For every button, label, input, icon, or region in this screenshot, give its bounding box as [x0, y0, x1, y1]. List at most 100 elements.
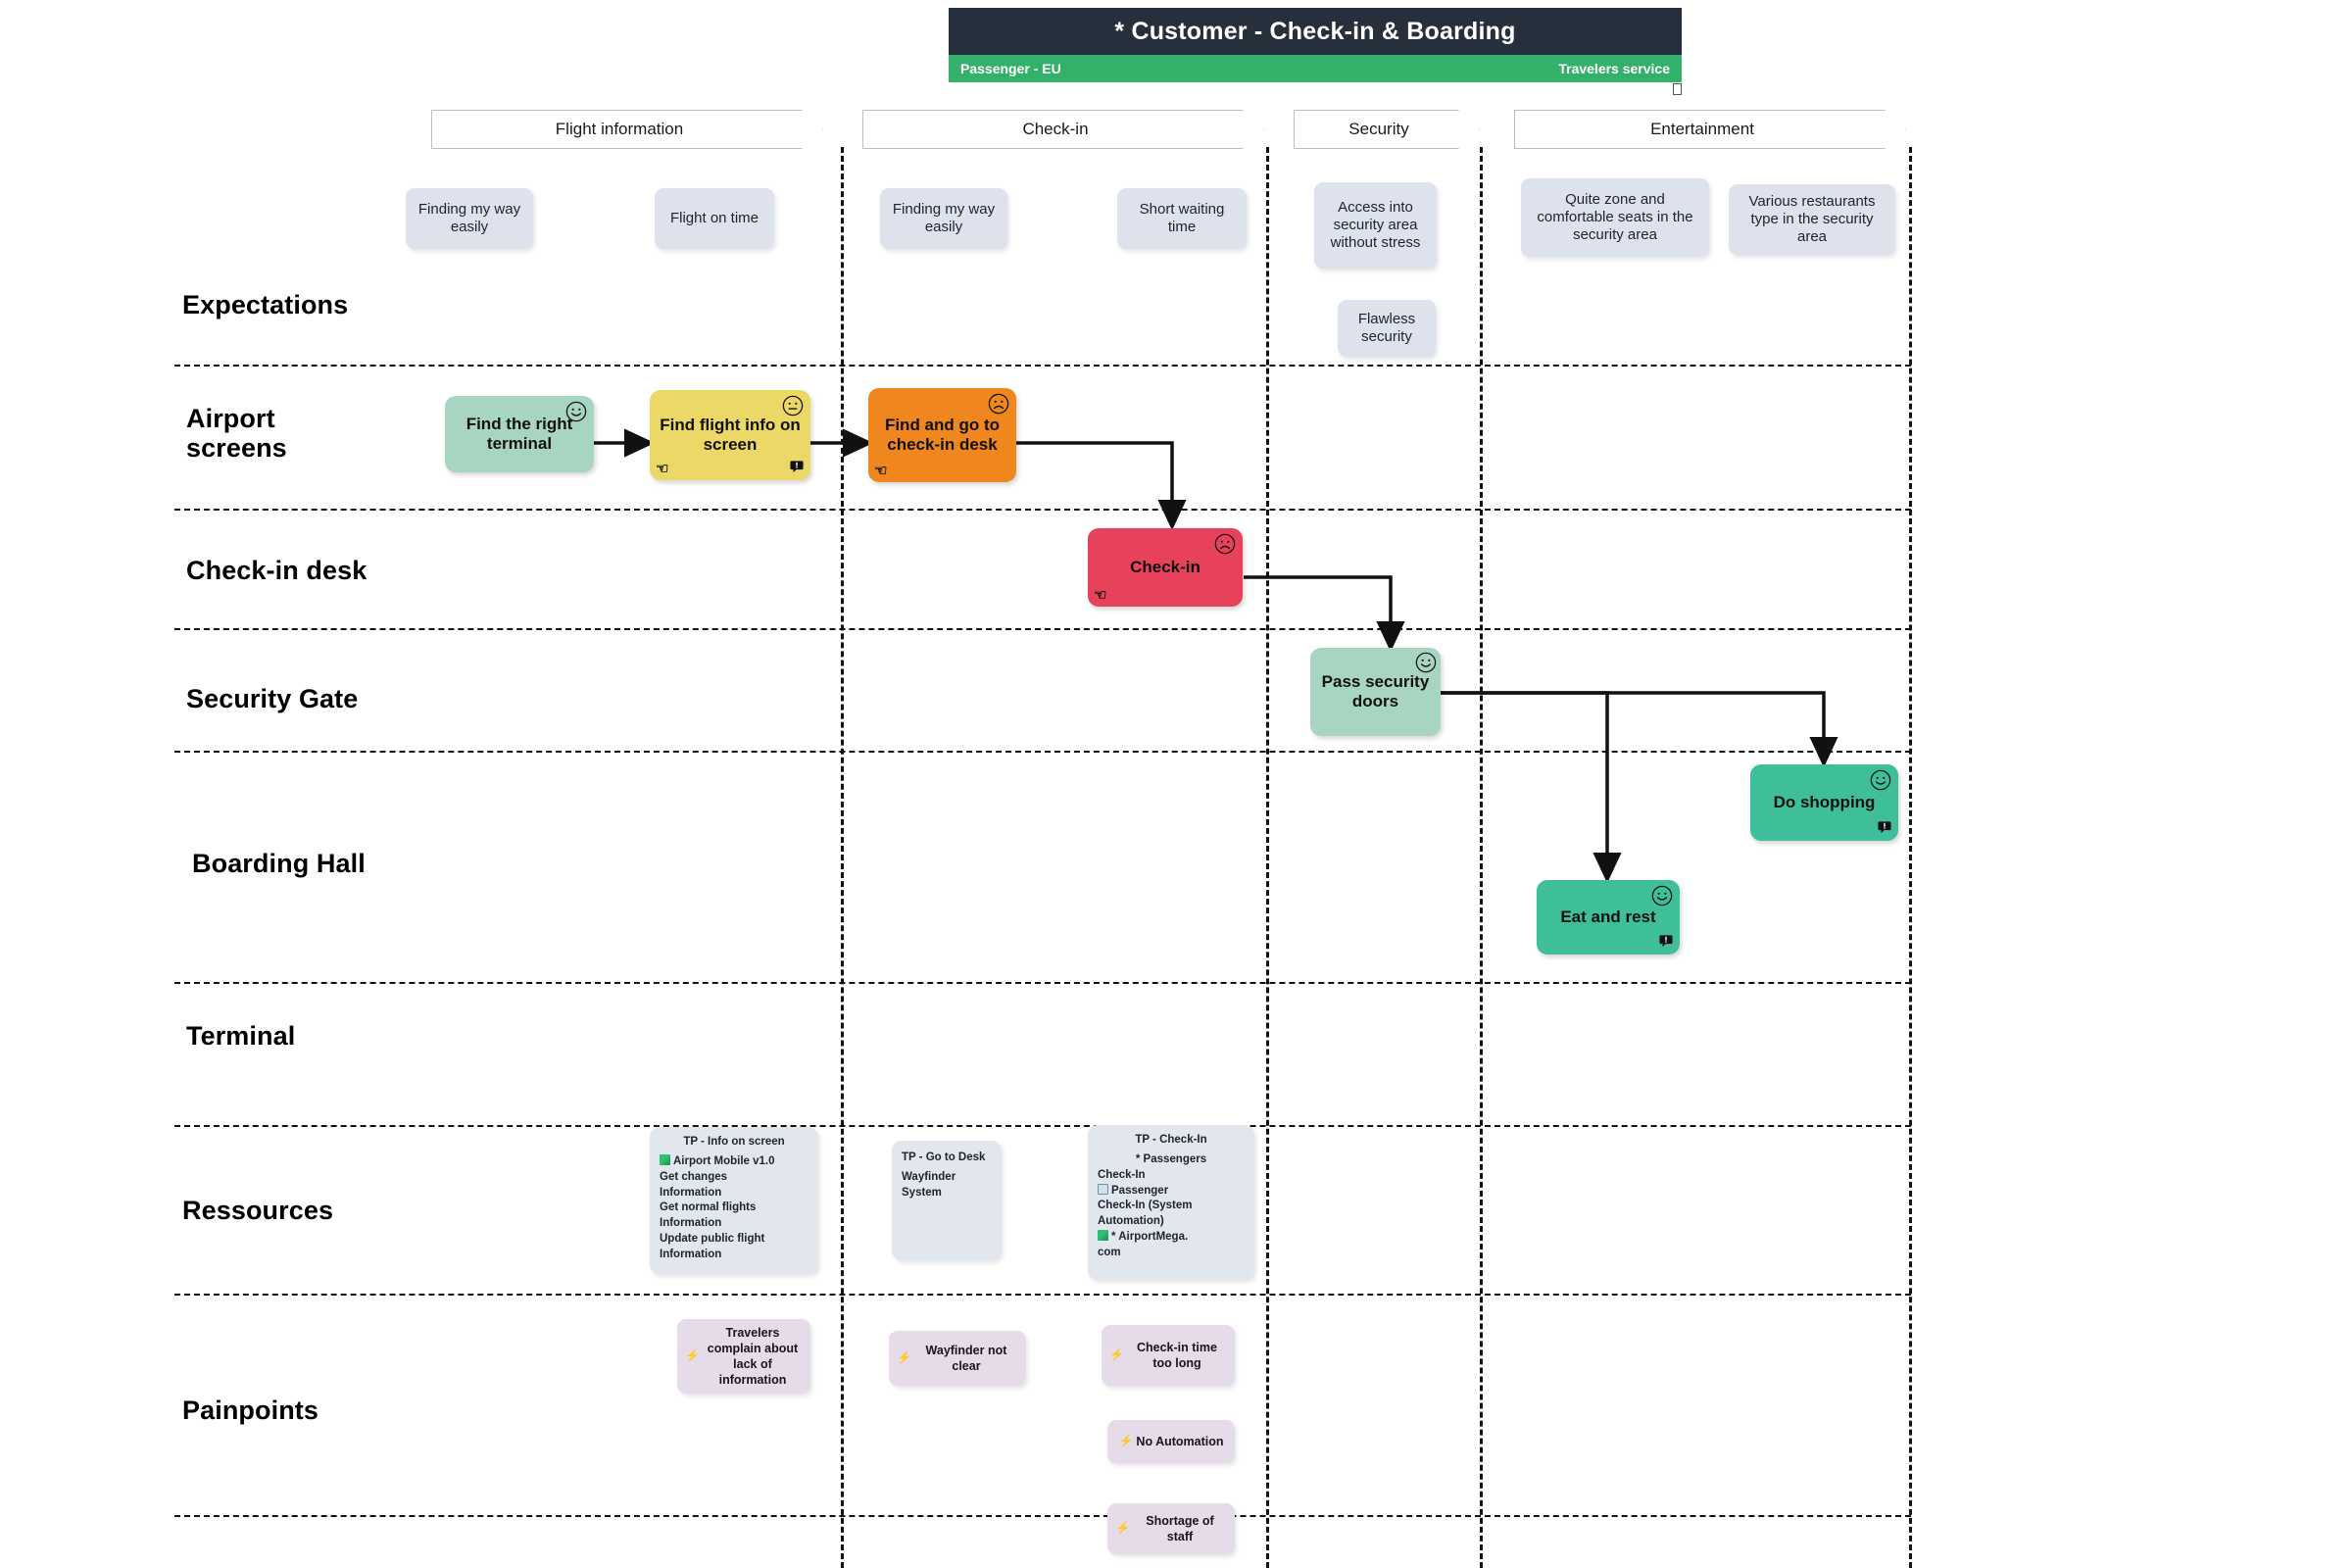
- row-label-text: Ressources: [182, 1196, 334, 1225]
- phase-label: Flight information: [555, 120, 684, 138]
- bolt-icon: ⚡: [1115, 1521, 1130, 1536]
- phase-entertainment[interactable]: Entertainment: [1514, 110, 1906, 149]
- resource-line: Information: [660, 1186, 722, 1199]
- step-card-do-shopping[interactable]: Do shopping: [1750, 764, 1898, 841]
- resource-line: Passenger: [1098, 1183, 1245, 1200]
- banner-resize-handle[interactable]: [1673, 83, 1682, 95]
- column-divider-3: [1480, 147, 1483, 1568]
- painpoint-text: Check-in time too long: [1136, 1341, 1217, 1370]
- expectation-text: Flawless security: [1357, 310, 1416, 345]
- resource-title: TP - Info on screen: [683, 1136, 785, 1148]
- expectation-text: Flight on time: [669, 209, 760, 226]
- row-divider-boarding-hall: [174, 982, 1911, 984]
- row-label-text: Terminal: [186, 1021, 296, 1051]
- resource-line: Information: [660, 1217, 722, 1230]
- happy-face-icon: [565, 401, 587, 422]
- bolt-icon: ⚡: [897, 1350, 911, 1365]
- expectation-card[interactable]: Flawless security: [1338, 300, 1436, 357]
- painpoint-card[interactable]: ⚡ Travelers complain about lack of infor…: [677, 1319, 810, 1394]
- journey-map-canvas: * Customer - Check-in & Boarding Passeng…: [0, 0, 2352, 1568]
- expectation-card[interactable]: Short waiting time: [1117, 188, 1247, 249]
- sad-face-icon: [988, 393, 1009, 415]
- resource-line: System: [902, 1186, 942, 1199]
- expectation-card[interactable]: Finding my way easily: [406, 188, 533, 249]
- happy-face-icon: [1415, 652, 1437, 673]
- resource-card-go-to-desk[interactable]: TP - Go to Desk Wayfinder System: [892, 1141, 1002, 1260]
- step-card-eat-and-rest[interactable]: Eat and rest: [1537, 880, 1680, 955]
- painpoint-text: Shortage of staff: [1146, 1514, 1214, 1544]
- step-label: Find and go to check-in desk: [884, 416, 1001, 454]
- step-card-pass-security-doors[interactable]: Pass security doors: [1310, 648, 1441, 736]
- row-divider-airport-screens: [174, 509, 1911, 511]
- row-label-airport-screens: Airport screens: [186, 404, 287, 463]
- phase-security[interactable]: Security: [1294, 110, 1480, 149]
- row-label-text: Check-in desk: [186, 556, 368, 585]
- resource-card-check-in[interactable]: TP - Check-In * Passengers Check-In Pass…: [1088, 1125, 1254, 1280]
- painpoint-card[interactable]: ⚡ Shortage of staff: [1107, 1503, 1235, 1554]
- row-divider-painpoints: [174, 1515, 1911, 1517]
- step-card-find-the-right-terminal[interactable]: Find the right terminal: [445, 396, 594, 472]
- row-divider-checkin-desk: [174, 628, 1911, 630]
- resource-line: Check-In: [1098, 1168, 1146, 1181]
- row-label-painpoints: Painpoints: [182, 1396, 318, 1425]
- row-label-expectations: Expectations: [182, 290, 348, 319]
- row-divider-security-gate: [174, 751, 1911, 753]
- expectation-text: Access into security area without stress: [1330, 198, 1421, 252]
- row-divider-ressources: [174, 1294, 1911, 1296]
- row-divider-expectations: [174, 365, 1911, 367]
- comment-icon: [1659, 934, 1673, 951]
- map-title: * Customer - Check-in & Boarding: [1114, 17, 1516, 45]
- resource-line: Check-In (System: [1098, 1200, 1193, 1212]
- resource-title: TP - Check-In: [1135, 1134, 1207, 1146]
- persona-banner: Passenger - EU Travelers service: [949, 55, 1682, 82]
- resource-card-info-on-screen[interactable]: TP - Info on screen Airport Mobile v1.0 …: [650, 1127, 818, 1274]
- step-label: Check-in: [1130, 558, 1200, 577]
- step-card-check-in[interactable]: Check-in ☜: [1088, 528, 1243, 607]
- resource-line: Wayfinder: [902, 1170, 956, 1183]
- column-divider-4: [1909, 147, 1912, 1568]
- row-label-text-line1: Airport: [186, 404, 275, 433]
- row-label-security-gate: Security Gate: [186, 684, 358, 713]
- chart-icon: [660, 1153, 670, 1165]
- resource-line: Get normal flights: [660, 1201, 757, 1214]
- step-label: Do shopping: [1773, 793, 1876, 812]
- step-card-find-flight-info-on-screen[interactable]: Find flight info on screen ☜: [650, 390, 810, 480]
- row-label-checkin-desk: Check-in desk: [186, 556, 367, 585]
- phase-flight-information[interactable]: Flight information: [431, 110, 823, 149]
- bolt-icon: ⚡: [1118, 1434, 1134, 1448]
- column-divider-2: [1266, 147, 1269, 1568]
- comment-icon: [1878, 820, 1891, 837]
- expectation-text: Short waiting time: [1139, 200, 1225, 235]
- resource-line: Automation): [1098, 1215, 1164, 1228]
- row-label-text-line2: screens: [186, 433, 287, 464]
- phase-check-in[interactable]: Check-in: [862, 110, 1264, 149]
- column-divider-1: [841, 147, 844, 1568]
- box-icon: [1098, 1183, 1108, 1195]
- expectation-text: Finding my way easily: [417, 200, 521, 235]
- painpoint-card[interactable]: ⚡ No Automation: [1107, 1420, 1235, 1463]
- expectation-card[interactable]: Quite zone and comfortable seats in the …: [1521, 178, 1709, 257]
- expectation-card[interactable]: Various restaurants type in the security…: [1729, 184, 1895, 255]
- expectation-card[interactable]: Flight on time: [655, 188, 774, 249]
- painpoint-card[interactable]: ⚡ Check-in time too long: [1102, 1325, 1235, 1386]
- persona-label: Passenger - EU: [960, 61, 1061, 76]
- phase-label: Entertainment: [1650, 120, 1754, 138]
- row-divider-terminal: [174, 1125, 1911, 1127]
- row-label-text: Security Gate: [186, 684, 359, 713]
- expectation-card[interactable]: Finding my way easily: [880, 188, 1007, 249]
- hand-icon: ☜: [656, 461, 669, 477]
- expectation-text: Finding my way easily: [892, 200, 996, 235]
- row-label-ressources: Ressources: [182, 1196, 333, 1225]
- service-label: Travelers service: [1558, 61, 1670, 76]
- neutral-face-icon: [782, 395, 804, 416]
- painpoint-text: Travelers complain about lack of informa…: [707, 1326, 799, 1387]
- chart-icon: [1098, 1230, 1108, 1242]
- step-card-find-and-go-to-check-in-desk[interactable]: Find and go to check-in desk ☜: [868, 388, 1016, 482]
- step-label: Eat and rest: [1560, 907, 1656, 927]
- resource-line: Get changes: [660, 1170, 728, 1183]
- expectation-card[interactable]: Access into security area without stress: [1314, 182, 1437, 269]
- comment-icon: [790, 460, 804, 476]
- row-label-text: Boarding Hall: [192, 849, 366, 878]
- step-label: Find flight info on screen: [660, 416, 801, 454]
- painpoint-card[interactable]: ⚡ Wayfinder not clear: [889, 1331, 1026, 1386]
